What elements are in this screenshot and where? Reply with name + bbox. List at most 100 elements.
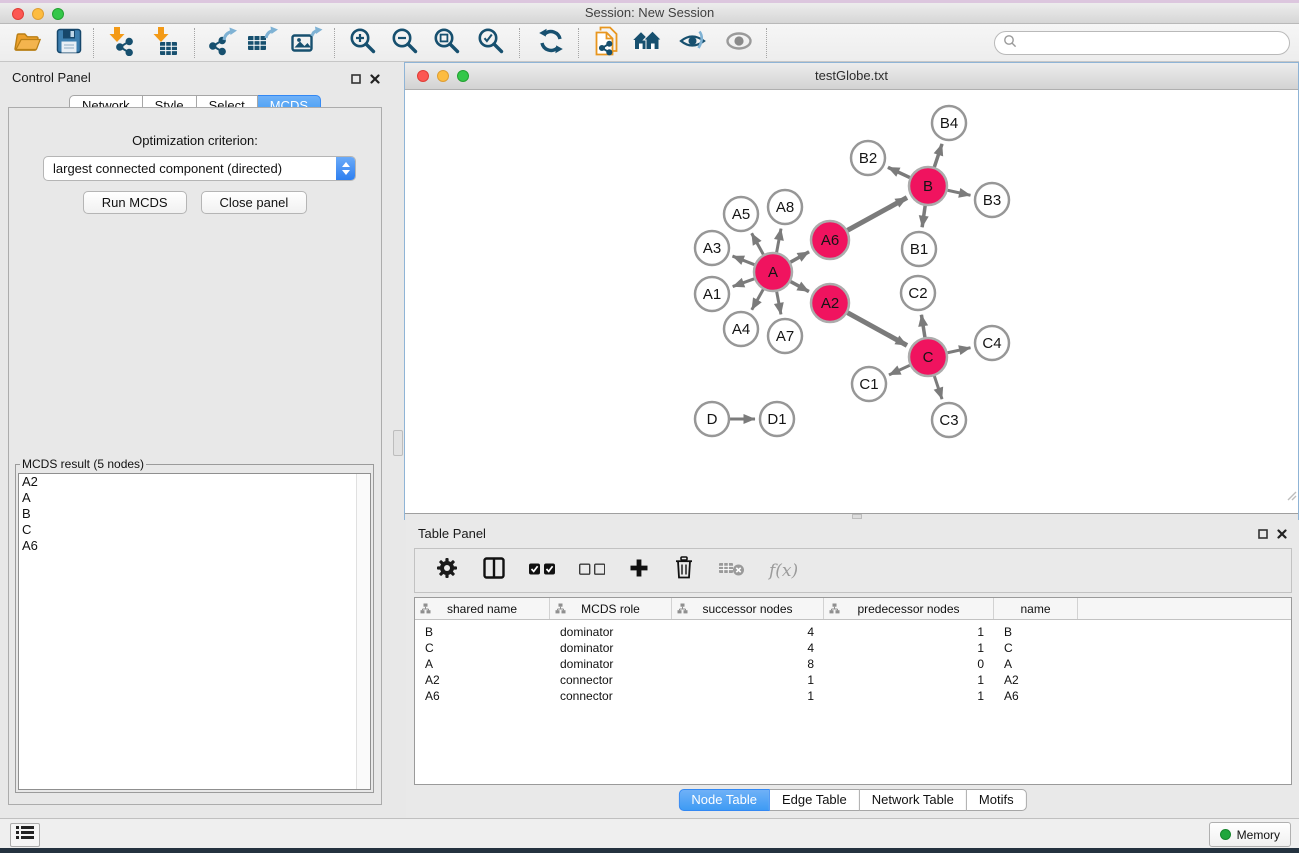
close-panel-button[interactable]: Close panel bbox=[201, 191, 308, 214]
edge-C-C1[interactable] bbox=[889, 365, 910, 375]
run-mcds-button[interactable]: Run MCDS bbox=[83, 191, 187, 214]
cell-successor-nodes[interactable]: 1 bbox=[672, 673, 824, 687]
float-panel-icon[interactable] bbox=[1258, 526, 1268, 544]
import-network-button[interactable] bbox=[102, 27, 136, 59]
table-settings-button[interactable] bbox=[435, 556, 459, 585]
edge-C-C3[interactable] bbox=[934, 376, 942, 399]
save-session-button[interactable] bbox=[52, 27, 86, 59]
edge-A-A5[interactable] bbox=[752, 233, 764, 254]
cell-predecessor-nodes[interactable]: 0 bbox=[824, 657, 994, 671]
resize-grip-icon[interactable] bbox=[1287, 488, 1297, 506]
search-input[interactable] bbox=[1021, 33, 1289, 53]
cell-predecessor-nodes[interactable]: 1 bbox=[824, 625, 994, 639]
edge-A-A4[interactable] bbox=[752, 289, 763, 309]
cell-shared-name[interactable]: B bbox=[415, 625, 550, 639]
edge-B-B3[interactable] bbox=[948, 190, 971, 195]
export-network-button[interactable] bbox=[206, 27, 240, 59]
cell-MCDS-role[interactable]: dominator bbox=[550, 625, 672, 639]
cell-successor-nodes[interactable]: 8 bbox=[672, 657, 824, 671]
hide-selected-button[interactable] bbox=[676, 27, 710, 59]
float-panel-icon[interactable] bbox=[351, 71, 361, 89]
mcds-result-item[interactable]: A bbox=[19, 490, 370, 506]
first-neighbors-button[interactable] bbox=[630, 27, 664, 59]
tab-edge-table[interactable]: Edge Table bbox=[770, 789, 860, 811]
export-table-button[interactable] bbox=[246, 27, 280, 59]
tab-node-table[interactable]: Node Table bbox=[678, 789, 770, 811]
show-all-button[interactable] bbox=[722, 27, 756, 59]
cell-MCDS-role[interactable]: connector bbox=[550, 689, 672, 703]
tab-motifs[interactable]: Motifs bbox=[967, 789, 1027, 811]
edge-A-A1[interactable] bbox=[733, 279, 754, 287]
cell-successor-nodes[interactable]: 4 bbox=[672, 625, 824, 639]
cell-name[interactable]: A bbox=[994, 657, 1078, 671]
cell-shared-name[interactable]: A6 bbox=[415, 689, 550, 703]
network-canvas[interactable]: B4B2BB3A8A5A6A3B1AC2A1A2A4A7C4CC1DD1C3 bbox=[405, 90, 1298, 514]
edge-A-A7[interactable] bbox=[777, 292, 781, 315]
column-header-MCDS-role[interactable]: MCDS role bbox=[550, 598, 672, 619]
mcds-result-list[interactable]: A2ABCA6 bbox=[18, 473, 371, 790]
cell-predecessor-nodes[interactable]: 1 bbox=[824, 641, 994, 655]
horizontal-divider-grip[interactable] bbox=[852, 514, 862, 519]
edge-A-A3[interactable] bbox=[732, 256, 754, 265]
zoom-fit-button[interactable] bbox=[430, 27, 464, 59]
column-header-name[interactable]: name bbox=[994, 598, 1078, 619]
edge-C-C4[interactable] bbox=[948, 348, 971, 353]
mcds-result-item[interactable]: A2 bbox=[19, 474, 370, 490]
cell-name[interactable]: C bbox=[994, 641, 1078, 655]
import-table-button[interactable] bbox=[146, 27, 180, 59]
delete-table-button[interactable] bbox=[719, 560, 745, 581]
task-history-button[interactable] bbox=[10, 823, 40, 847]
cell-MCDS-role[interactable]: dominator bbox=[550, 657, 672, 671]
cell-name[interactable]: A2 bbox=[994, 673, 1078, 687]
create-column-button[interactable] bbox=[629, 558, 649, 583]
tab-network-table[interactable]: Network Table bbox=[860, 789, 967, 811]
cell-MCDS-role[interactable]: dominator bbox=[550, 641, 672, 655]
split-divider-grip[interactable] bbox=[393, 430, 403, 456]
open-session-button[interactable] bbox=[10, 27, 44, 59]
function-builder-button[interactable]: f(x) bbox=[769, 561, 798, 581]
cell-name[interactable]: A6 bbox=[994, 689, 1078, 703]
cell-shared-name[interactable]: A bbox=[415, 657, 550, 671]
cell-shared-name[interactable]: A2 bbox=[415, 673, 550, 687]
zoom-selected-button[interactable] bbox=[474, 27, 508, 59]
cell-shared-name[interactable]: C bbox=[415, 641, 550, 655]
close-panel-icon[interactable] bbox=[370, 71, 380, 89]
optimization-criterion-select[interactable]: largest connected component (directed) bbox=[43, 156, 356, 181]
cell-predecessor-nodes[interactable]: 1 bbox=[824, 673, 994, 687]
column-header-successor-nodes[interactable]: successor nodes bbox=[672, 598, 824, 619]
edge-A-A6[interactable] bbox=[790, 252, 809, 262]
search-field[interactable] bbox=[994, 31, 1290, 55]
select-all-columns-button[interactable] bbox=[529, 562, 555, 580]
mcds-result-item[interactable]: B bbox=[19, 506, 370, 522]
edge-A-A2[interactable] bbox=[791, 282, 809, 292]
cell-predecessor-nodes[interactable]: 1 bbox=[824, 689, 994, 703]
edge-C-C2[interactable] bbox=[921, 315, 925, 338]
list-scrollbar[interactable] bbox=[356, 474, 370, 789]
export-image-button[interactable] bbox=[290, 27, 324, 59]
show-column-panel-button[interactable] bbox=[483, 557, 505, 584]
cell-successor-nodes[interactable]: 4 bbox=[672, 641, 824, 655]
edge-B-B2[interactable] bbox=[888, 167, 910, 177]
memory-button[interactable]: Memory bbox=[1209, 822, 1291, 847]
edge-B-B4[interactable] bbox=[934, 144, 942, 167]
mcds-result-item[interactable]: A6 bbox=[19, 538, 370, 554]
edge-B-B1[interactable] bbox=[922, 206, 925, 227]
node-label-A8: A8 bbox=[776, 199, 794, 216]
zoom-in-button[interactable] bbox=[346, 27, 380, 59]
node-label-B2: B2 bbox=[859, 150, 877, 167]
cell-MCDS-role[interactable]: connector bbox=[550, 673, 672, 687]
mcds-result-item[interactable]: C bbox=[19, 522, 370, 538]
refresh-view-button[interactable] bbox=[534, 27, 568, 59]
column-header-predecessor-nodes[interactable]: predecessor nodes bbox=[824, 598, 994, 619]
close-panel-icon[interactable] bbox=[1277, 526, 1287, 544]
edge-A6-B[interactable] bbox=[848, 198, 907, 231]
column-header-shared-name[interactable]: shared name bbox=[415, 598, 550, 619]
unselect-all-columns-button[interactable] bbox=[579, 562, 605, 580]
edge-A2-C[interactable] bbox=[848, 313, 907, 346]
zoom-out-button[interactable] bbox=[388, 27, 422, 59]
cell-name[interactable]: B bbox=[994, 625, 1078, 639]
delete-columns-button[interactable] bbox=[673, 556, 695, 585]
cell-successor-nodes[interactable]: 1 bbox=[672, 689, 824, 703]
new-network-from-selection-button[interactable] bbox=[590, 27, 624, 59]
edge-A-A8[interactable] bbox=[777, 229, 781, 253]
